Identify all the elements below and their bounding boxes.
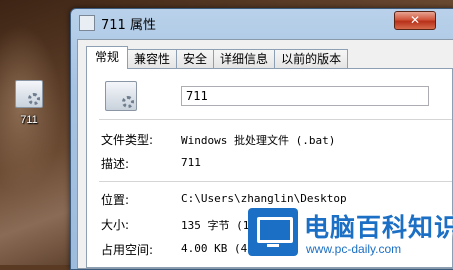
close-button[interactable]: ✕ bbox=[394, 11, 436, 30]
tab-previous-versions[interactable]: 以前的版本 bbox=[274, 49, 349, 69]
description-value: 711 bbox=[181, 156, 201, 169]
monitor-logo-icon bbox=[248, 208, 298, 256]
tab-compatibility[interactable]: 兼容性 bbox=[127, 49, 178, 69]
window-icon bbox=[79, 15, 95, 31]
location-value: C:\Users\zhanglin\Desktop bbox=[181, 192, 347, 205]
tab-details[interactable]: 详细信息 bbox=[213, 49, 276, 69]
location-label: 位置: bbox=[101, 193, 130, 207]
tab-strip: 常规 兼容性 安全 详细信息 以前的版本 bbox=[86, 46, 349, 69]
watermark-title: 电脑百科知识 bbox=[304, 213, 453, 242]
gear-icon bbox=[122, 96, 134, 108]
window-title: 711 属性 bbox=[101, 18, 156, 33]
file-name-input[interactable]: 711 bbox=[181, 86, 429, 106]
watermark-url: www.pc-daily.com bbox=[306, 242, 402, 256]
tab-security[interactable]: 安全 bbox=[176, 49, 215, 69]
batch-file-icon bbox=[15, 80, 43, 108]
gear-icon bbox=[28, 93, 40, 105]
divider bbox=[99, 181, 452, 182]
description-label: 描述: bbox=[101, 157, 130, 171]
watermark-logo: 电脑百科知识 www.pc-daily.com bbox=[248, 206, 453, 265]
file-type-label: 文件类型: bbox=[101, 133, 154, 147]
monitor-stand bbox=[267, 244, 279, 247]
tab-general[interactable]: 常规 bbox=[86, 46, 129, 69]
divider bbox=[99, 119, 452, 120]
desktop-file-711[interactable]: 711 bbox=[10, 80, 48, 126]
title-bar[interactable]: 711 属性 ✕ bbox=[71, 9, 453, 35]
batch-file-icon bbox=[105, 81, 137, 111]
file-type-value: Windows 批处理文件 (.bat) bbox=[181, 134, 336, 147]
desktop-file-label: 711 bbox=[20, 114, 38, 126]
disk-size-label: 占用空间: bbox=[101, 243, 154, 257]
monitor-screen bbox=[257, 217, 293, 243]
size-label: 大小: bbox=[101, 218, 130, 232]
